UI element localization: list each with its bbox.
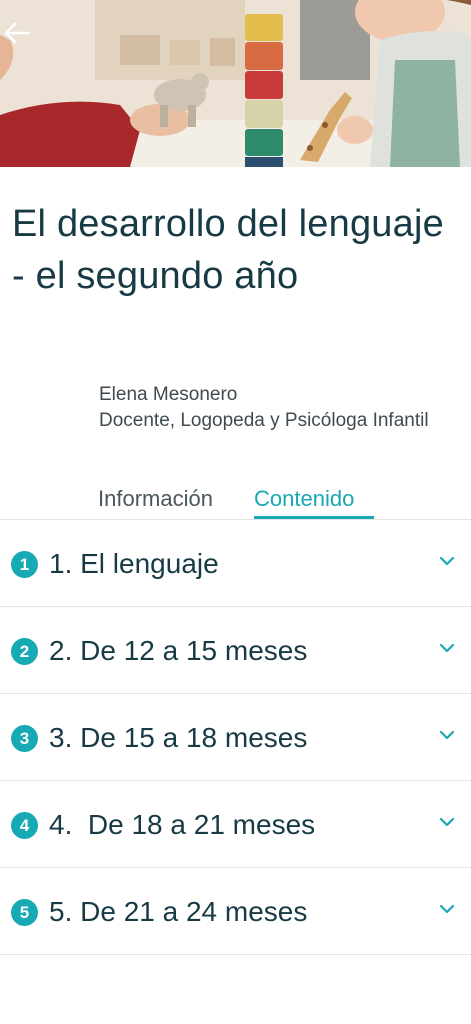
section-row-5[interactable]: 5 5. De 21 a 24 meses (0, 868, 471, 955)
section-row-3[interactable]: 3 3. De 15 a 18 meses (0, 694, 471, 781)
chevron-down-icon[interactable] (437, 902, 457, 916)
content-section-list: 1 1. El lenguaje 2 2. De 12 a 15 meses 3… (0, 519, 471, 955)
children-playing-photo (0, 0, 471, 167)
tab-informacion[interactable]: Información (98, 482, 213, 516)
tab-bar: Información Contenido (0, 482, 471, 519)
header-image (0, 0, 471, 167)
section-title: 5. De 21 a 24 meses (49, 896, 308, 927)
course-title: El desarrollo del lenguaje - el segundo … (12, 203, 444, 297)
chevron-down-icon[interactable] (437, 728, 457, 742)
section-title: 3. De 15 a 18 meses (49, 722, 308, 753)
number-badge-icon: 2 (11, 638, 38, 665)
section-title: 4. De 18 a 21 meses (49, 809, 316, 840)
arrow-left-icon (4, 22, 30, 44)
chevron-down-icon[interactable] (437, 815, 457, 829)
back-button[interactable] (4, 22, 36, 54)
number-badge-icon: 4 (11, 812, 38, 839)
number-badge-icon: 3 (11, 725, 38, 752)
number-badge-icon: 5 (11, 899, 38, 926)
section-title: 2. De 12 a 15 meses (49, 635, 308, 666)
number-badge-icon: 1 (11, 551, 38, 578)
chevron-down-icon[interactable] (437, 554, 457, 568)
author-name: Elena Mesonero (99, 384, 238, 405)
author-info: Elena Mesonero Docente, Logopeda y Psicó… (99, 382, 439, 434)
section-row-2[interactable]: 2 2. De 12 a 15 meses (0, 607, 471, 694)
author-role: Docente, Logopeda y Psicóloga Infantil (99, 410, 429, 431)
section-row-1[interactable]: 1 1. El lenguaje (0, 520, 471, 607)
section-row-4[interactable]: 4 4. De 18 a 21 meses (0, 781, 471, 868)
tab-contenido[interactable]: Contenido (254, 482, 354, 516)
section-title: 1. El lenguaje (49, 548, 219, 579)
chevron-down-icon[interactable] (437, 641, 457, 655)
